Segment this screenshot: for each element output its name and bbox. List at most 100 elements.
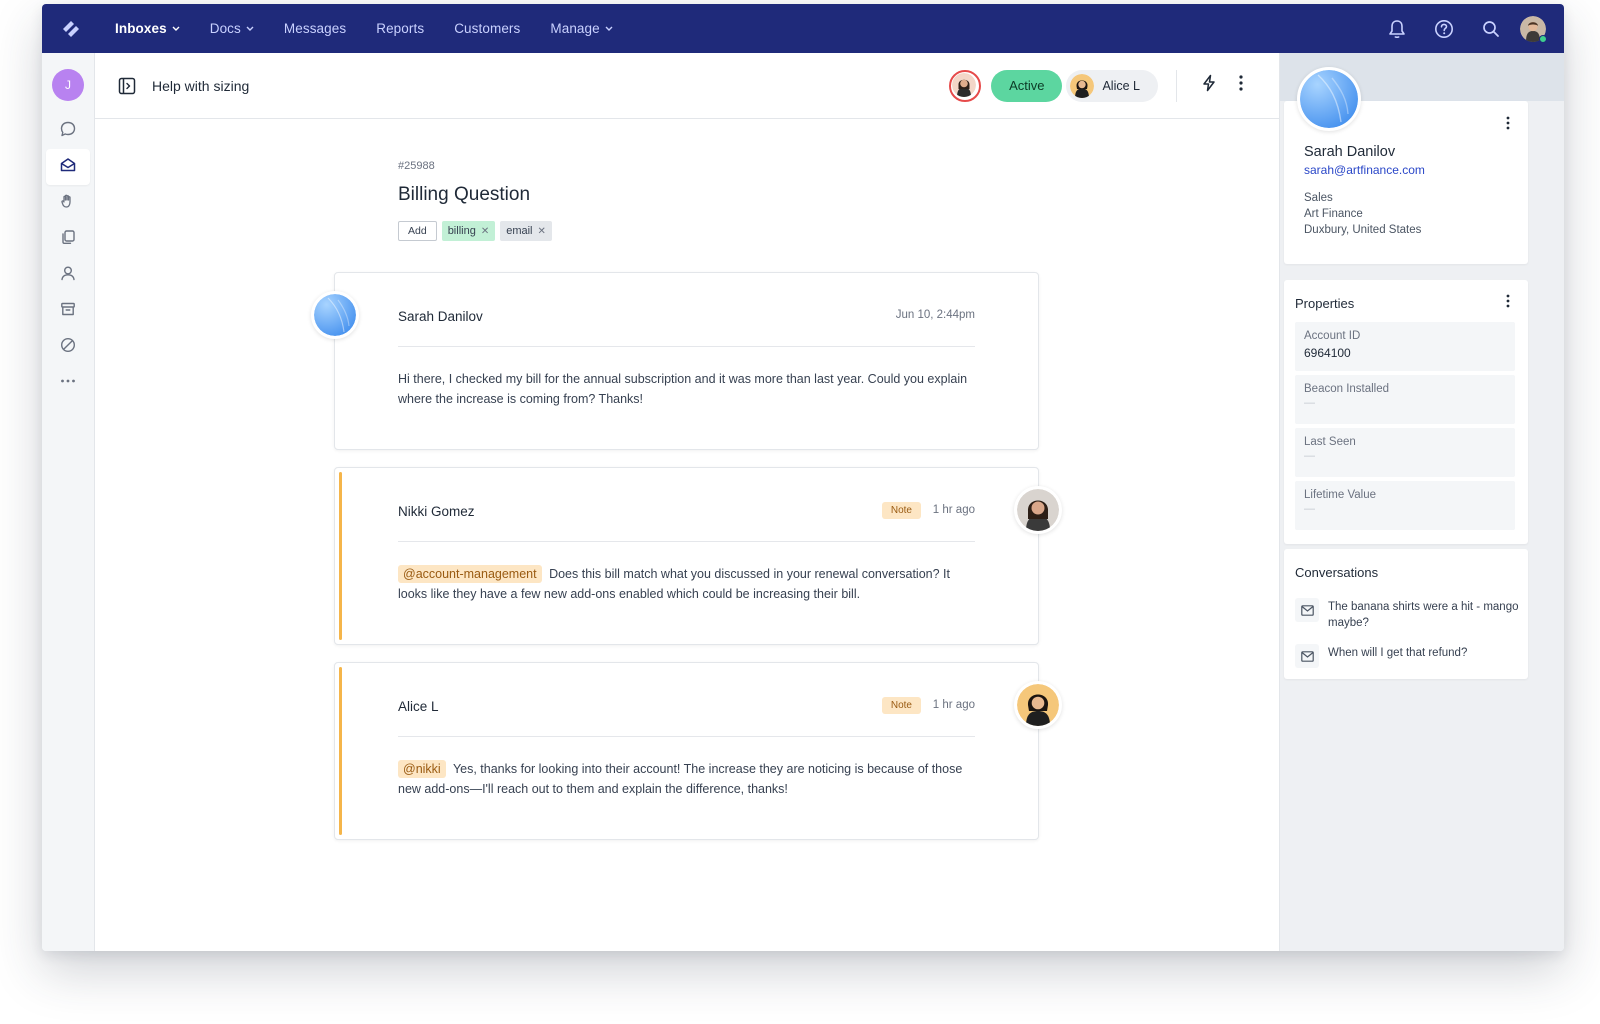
mention-tag[interactable]: @account-management [398, 565, 542, 583]
customer-email-link[interactable]: sarah@artfinance.com [1304, 163, 1425, 177]
nav-item-customers[interactable]: Customers [439, 4, 535, 53]
app-window: Inboxes Docs Messages Reports Customers … [42, 4, 1564, 951]
nav-item-reports[interactable]: Reports [361, 4, 439, 53]
lightning-icon [1201, 74, 1217, 97]
note-timestamp: 1 hr ago [932, 699, 975, 711]
envelope-icon [1295, 598, 1319, 622]
note-timestamp: 1 hr ago [932, 504, 975, 516]
property-label: Lifetime Value [1304, 489, 1377, 501]
property-last-seen[interactable]: Last Seen — [1295, 428, 1515, 477]
nav-item-manage[interactable]: Manage [535, 4, 627, 53]
message-author: Sarah Danilov [398, 309, 483, 324]
customer-details: Sales Art Finance Duxbury, United States [1304, 190, 1421, 238]
add-tag-button[interactable]: Add [398, 221, 437, 241]
viewer-avatar[interactable] [949, 69, 982, 102]
message-body: Hi there, I checked my bill for the annu… [398, 372, 968, 406]
property-beacon-installed[interactable]: Beacon Installed — [1295, 375, 1515, 424]
bell-icon[interactable] [1373, 4, 1420, 53]
envelope-icon [1295, 644, 1319, 668]
kebab-icon [1506, 294, 1510, 313]
message-timestamp: Jun 10, 2:44pm [895, 309, 975, 321]
tag-email[interactable]: email ✕ [500, 221, 552, 241]
kebab-icon [1239, 75, 1243, 96]
assignee-button[interactable]: Alice L [1066, 69, 1158, 102]
past-conversation-item[interactable]: The banana shirts were a hit - mango may… [1295, 598, 1519, 631]
property-account-id[interactable]: Account ID 6964100 [1295, 322, 1515, 371]
online-status-dot [1539, 34, 1547, 43]
more-options-button[interactable] [1225, 70, 1257, 102]
sidebar-item-chat[interactable] [46, 113, 90, 149]
tag-label: billing [447, 225, 476, 237]
conversations-card: Conversations The banana shirts were a h… [1284, 549, 1528, 679]
chevron-down-icon [605, 26, 613, 31]
message-divider [398, 346, 975, 347]
help-icon[interactable] [1420, 4, 1467, 53]
properties-menu-button[interactable] [1498, 293, 1518, 313]
nav-item-label: Customers [454, 21, 521, 36]
customer-company: Art Finance [1304, 208, 1363, 220]
property-value: 6964100 [1304, 346, 1351, 360]
tag-label: email [506, 225, 533, 237]
properties-card: Properties Account ID 6964100 Beacon Ins… [1284, 280, 1528, 544]
property-label: Beacon Installed [1304, 383, 1390, 395]
chevron-down-icon [172, 26, 180, 31]
more-icon [59, 372, 77, 395]
property-lifetime-value[interactable]: Lifetime Value — [1295, 481, 1515, 530]
nav-actions [1373, 4, 1564, 53]
person-icon [59, 264, 77, 287]
sidebar-item-customers[interactable] [46, 257, 90, 293]
chevron-down-icon [246, 26, 254, 31]
helpscout-logo-icon[interactable] [42, 4, 100, 53]
nav-item-docs[interactable]: Docs [195, 4, 269, 53]
thread-note-nikki: Nikki Gomez Note 1 hr ago @account-manag… [334, 467, 1062, 645]
properties-title: Properties [1295, 296, 1355, 311]
search-icon[interactable] [1467, 4, 1514, 53]
customer-profile-avatar [1297, 67, 1361, 131]
past-conversation-item[interactable]: When will I get that refund? [1295, 644, 1519, 668]
sidebar-item-drafts[interactable] [46, 221, 90, 257]
account-avatar[interactable]: J [52, 69, 84, 101]
sidebar-item-archive[interactable] [46, 293, 90, 329]
left-sidebar: J [42, 53, 95, 951]
conversation-thread: #25988 Billing Question Add billing ✕ em… [95, 120, 1279, 951]
note-badge: Note [881, 502, 921, 519]
nav-item-label: Inboxes [115, 21, 167, 36]
remove-tag-icon[interactable]: ✕ [481, 226, 489, 237]
note-author: Alice L [398, 699, 439, 714]
thread-message-customer: Sarah Danilov Jun 10, 2:44pm Hi there, I… [311, 272, 1039, 450]
ticket-title[interactable]: Billing Question [398, 184, 530, 206]
sidebar-item-inbox[interactable] [46, 149, 90, 185]
documents-icon [59, 228, 77, 251]
sidebar-item-more[interactable] [46, 365, 90, 401]
sidebar-item-assigned[interactable] [46, 185, 90, 221]
customer-sidebar: Sarah Danilov sarah@artfinance.com Sales… [1279, 53, 1564, 951]
ticket-number: #25988 [398, 160, 435, 172]
status-button[interactable]: Active [991, 69, 1063, 102]
tag-list: Add billing ✕ email ✕ [398, 221, 552, 241]
assignee-avatar [1070, 73, 1095, 98]
sidebar-item-spam[interactable] [46, 329, 90, 365]
profile-menu-button[interactable] [1498, 115, 1518, 135]
past-conversation-text: When will I get that refund? [1328, 647, 1468, 659]
header-actions: Active Alice L [949, 69, 1279, 102]
remove-tag-icon[interactable]: ✕ [538, 226, 546, 237]
mention-tag[interactable]: @nikki [398, 760, 446, 778]
nav-item-messages[interactable]: Messages [269, 4, 361, 53]
customer-name[interactable]: Sarah Danilov [1304, 144, 1395, 160]
assignee-name: Alice L [1102, 78, 1140, 93]
conversations-title: Conversations [1295, 565, 1379, 580]
note-divider [398, 736, 975, 737]
nav-item-label: Reports [376, 21, 425, 36]
note-text: Yes, thanks for looking into their accou… [398, 762, 963, 796]
conversation-header: Help with sizing Active Alice L [95, 53, 1279, 119]
hand-icon [59, 192, 77, 215]
chat-bubble-icon [59, 120, 77, 143]
panel-toggle-icon[interactable] [117, 76, 137, 96]
user-avatar[interactable] [1520, 15, 1547, 43]
nav-item-inboxes[interactable]: Inboxes [100, 4, 195, 53]
workflow-button[interactable] [1193, 70, 1225, 102]
nav-item-label: Messages [283, 21, 347, 36]
tag-billing[interactable]: billing ✕ [441, 221, 496, 241]
note-body: @nikki Yes, thanks for looking into thei… [398, 759, 975, 799]
property-value: — [1304, 397, 1315, 409]
